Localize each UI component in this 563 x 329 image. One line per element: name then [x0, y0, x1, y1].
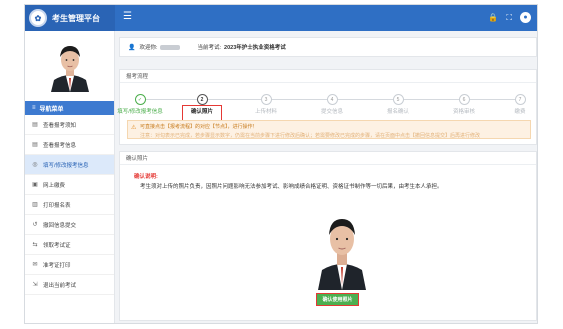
welcome-bar: 👤 欢迎你: 当前考试: 2023年护士执业资格考试 — [119, 37, 537, 57]
sidebar-item-label: 退出当前考试 — [43, 282, 77, 289]
sidebar-item-label: 打印报名表 — [43, 202, 71, 209]
confirm-photo-button[interactable]: 确认使用照片 — [316, 293, 359, 306]
app-logo: ✿ — [29, 9, 47, 27]
confirm-text: 考生须对上传的照片负责，因照片问题影响无法参加考试、影响成绩合格证明、资格证书制… — [140, 184, 443, 190]
menu-icon: ≡ — [32, 105, 36, 111]
process-panel: 报考流程 ✓ 填写/修改报考信息 2 确认照片 3 上传材料 4 提交信息 5 … — [117, 69, 537, 145]
top-icons: 🔒 ⛶ ● — [488, 12, 531, 23]
step-label: 缴费 — [514, 109, 526, 115]
warning-icon: ⚠ — [131, 125, 137, 131]
step-number: 3 — [260, 94, 272, 105]
sidebar-item-print-form[interactable]: ▥ 打印报名表 — [25, 195, 114, 215]
document-icon: ▤ — [32, 122, 38, 128]
brand: ✿ 考生管理平台 — [25, 5, 115, 31]
main-content: 👤 欢迎你: 当前考试: 2023年护士执业资格考试 报考流程 ✓ 填写/修改报… — [117, 37, 537, 323]
sidebar-item-admission-ticket[interactable]: ✉ 准考证打印 — [25, 255, 114, 275]
app-title: 考生管理平台 — [52, 13, 100, 23]
sidebar-item-exam-notice[interactable]: ▤ 查看报考须知 — [25, 115, 114, 135]
avatar-photo — [48, 40, 92, 92]
notice-line-1: 可直接点击【报考流程】的对应【节点】，进行操作！ — [140, 124, 258, 130]
sidebar-item-label: 领取考试证 — [43, 242, 71, 249]
current-exam-label: 当前考试: — [197, 45, 222, 51]
sidebar-item-label: 撤回信息提交 — [43, 222, 77, 229]
photo-panel-title: 确认照片 — [120, 152, 536, 165]
nav-header-label: 导航菜单 — [39, 106, 64, 113]
hamburger-icon[interactable]: ☰ — [123, 12, 132, 22]
candidate-photo-image — [316, 208, 368, 290]
check-icon: ✓ — [134, 94, 146, 105]
candidate-photo — [316, 208, 368, 290]
process-title: 报考流程 — [120, 70, 536, 83]
greeting: 欢迎你: — [139, 45, 158, 51]
lock-icon[interactable]: 🔒 — [488, 13, 498, 22]
step-registration-confirm[interactable]: 5 报名确认 — [373, 90, 423, 115]
sidebar-item-label: 查看报考信息 — [43, 142, 77, 149]
step-submit-info[interactable]: 4 提交信息 — [307, 90, 357, 115]
sidebar: ≡ 导航菜单 ▤ 查看报考须知 ▤ 查看报考信息 ◎ 填写/修改报考信息 ▣ 网… — [25, 31, 115, 323]
swap-icon: ⇆ — [32, 242, 38, 248]
payment-icon: ▣ — [32, 182, 38, 188]
sidebar-item-label: 填写/修改报考信息 — [43, 162, 89, 169]
sidebar-item-exam-info[interactable]: ▤ 查看报考信息 — [25, 135, 114, 155]
redacted-username — [159, 44, 180, 50]
step-number: 4 — [326, 94, 338, 105]
sidebar-item-withdraw[interactable]: ↺ 撤回信息提交 — [25, 215, 114, 235]
sidebar-item-edit-info[interactable]: ◎ 填写/修改报考信息 — [25, 155, 114, 175]
avatar — [25, 31, 115, 101]
user-icon: 👤 — [128, 44, 136, 51]
step-label: 填写/修改报考信息 — [117, 109, 163, 115]
user-icon[interactable]: ● — [520, 12, 531, 23]
step-number: 7 — [514, 94, 526, 105]
process-steps: ✓ 填写/修改报考信息 2 确认照片 3 上传材料 4 提交信息 5 报名确认 … — [117, 90, 537, 131]
app-window: ✿ 考生管理平台 ☰ 🔒 ⛶ ● ≡ 导航菜单 ▤ 查看报考须知 ▤ 查看报考信… — [24, 4, 538, 324]
edit-icon: ◎ — [32, 162, 38, 168]
notice-line-2: 注意：对勾表示已完成，若步骤显示数字，仍需在当前步骤下进行修改后确认；若需要修改… — [140, 133, 481, 139]
printer-icon: ▥ — [32, 202, 38, 208]
process-notice: ⚠ 可直接点击【报考流程】的对应【节点】，进行操作！ 注意：对勾表示已完成，若步… — [127, 120, 531, 139]
step-payment[interactable]: 7 缴费 — [495, 90, 537, 115]
step-number: 6 — [458, 94, 470, 105]
ticket-icon: ✉ — [32, 262, 38, 268]
sidebar-item-exam-certificate[interactable]: ⇆ 领取考试证 — [25, 235, 114, 255]
sidebar-item-payment[interactable]: ▣ 网上缴费 — [25, 175, 114, 195]
sidebar-item-label: 网上缴费 — [43, 182, 66, 189]
step-label: 提交信息 — [320, 109, 343, 115]
undo-icon: ↺ — [32, 222, 38, 228]
sidebar-item-label: 查看报考须知 — [43, 122, 77, 129]
step-number: 5 — [392, 94, 404, 105]
step-label: 报名确认 — [386, 109, 409, 115]
confirm-heading: 确认说明: — [134, 174, 158, 180]
current-exam-name: 2023年护士执业资格考试 — [224, 45, 286, 51]
fullscreen-icon[interactable]: ⛶ — [506, 13, 512, 23]
top-bar: ✿ 考生管理平台 ☰ 🔒 ⛶ ● — [25, 5, 537, 31]
step-upload-materials[interactable]: 3 上传材料 — [241, 90, 291, 115]
step-edit-info[interactable]: ✓ 填写/修改报考信息 — [115, 90, 165, 115]
photo-panel: 确认照片 确认说明: 考生须对上传的照片负责，因照片问题影响无法参加考试、影响成… — [119, 151, 537, 321]
step-label: 资格审核 — [452, 109, 475, 115]
sidebar-item-label: 准考证打印 — [43, 262, 71, 269]
step-number: 2 — [196, 94, 208, 105]
exit-icon: ⇲ — [32, 282, 38, 288]
document-icon: ▤ — [32, 142, 38, 148]
nav-header: ≡ 导航菜单 — [25, 101, 114, 115]
step-label: 上传材料 — [254, 109, 277, 115]
sidebar-item-exit-exam[interactable]: ⇲ 退出当前考试 — [25, 275, 114, 295]
step-qualification-review[interactable]: 6 资格审核 — [439, 90, 489, 115]
